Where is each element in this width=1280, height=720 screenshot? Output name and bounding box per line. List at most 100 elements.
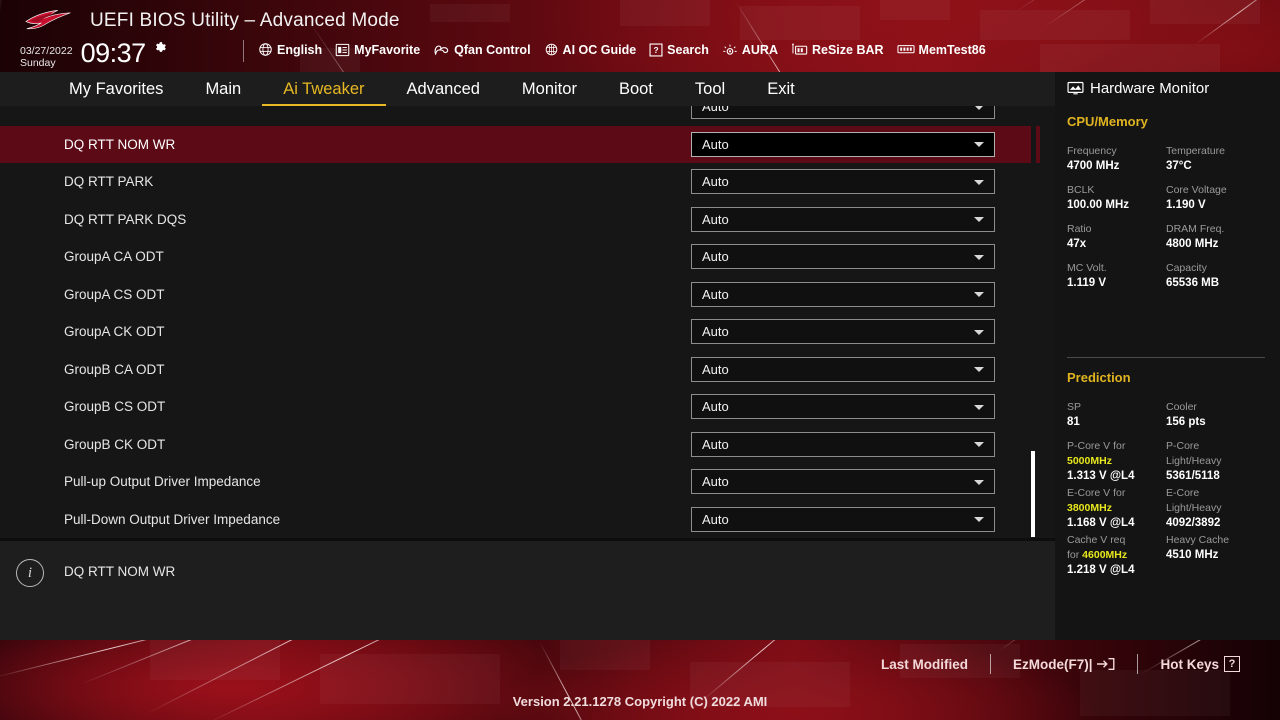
table-row[interactable]: GroupA CS ODT Auto (0, 276, 1040, 314)
setting-label: GroupB CA ODT (64, 361, 165, 377)
setting-dropdown[interactable]: Auto (691, 319, 995, 345)
hw-value: 37°C (1166, 160, 1192, 172)
hw-value: 4092/3892 (1166, 517, 1221, 529)
list-item: MC Volt. 1.119 V Capacity 65536 MB (1067, 261, 1272, 291)
resize-bar-icon (791, 43, 808, 55)
tab-boot[interactable]: Boot (598, 72, 674, 106)
setting-label: Pull-up Output Driver Impedance (64, 474, 261, 490)
hw-key: Temperature (1166, 145, 1225, 157)
tab-ai-tweaker[interactable]: Ai Tweaker (262, 72, 386, 106)
tool-qfan-control[interactable]: Qfan Control (433, 43, 531, 57)
clock-value: 09:37 (80, 38, 147, 68)
version-text: Version 2.21.1278 Copyright (C) 2022 AMI (512, 694, 768, 709)
setting-dropdown[interactable]: Auto (691, 106, 995, 120)
setting-label: DQ RTT PARK DQS (64, 211, 187, 227)
setting-value: Auto (702, 511, 729, 527)
list-item: Cache V req for 4600MHz 1.218 V @L4 Heav… (1067, 533, 1272, 578)
tool-memtest86[interactable]: MemTest86 (896, 43, 986, 57)
tool-resize-bar[interactable]: ReSize BAR (791, 42, 884, 57)
table-row[interactable]: GroupA CA ODT Auto (0, 238, 1040, 276)
info-icon: i (16, 559, 44, 587)
tab-main[interactable]: Main (184, 72, 262, 106)
scrollbar-thumb[interactable] (1031, 451, 1035, 537)
list-item: P-Core V for 5000MHz 1.313 V @L4 P-Core … (1067, 439, 1272, 484)
setting-label: GroupB CK ODT (64, 436, 166, 452)
table-row[interactable]: GroupB CA ODT Auto (0, 351, 1040, 389)
tab-monitor[interactable]: Monitor (501, 72, 598, 106)
chevron-down-icon (974, 142, 984, 148)
tool-aura-label: AURA (741, 42, 778, 57)
setting-dropdown[interactable]: Auto (691, 469, 995, 495)
chevron-down-icon (974, 179, 984, 185)
table-row[interactable]: DQ RTT PARK Auto (0, 163, 1040, 201)
setting-dropdown[interactable]: Auto (691, 244, 995, 270)
hw-key: SP (1067, 401, 1082, 413)
table-row[interactable]: GroupB CS ODT Auto (0, 388, 1040, 426)
hw-value: 1.168 V @L4 (1067, 517, 1135, 529)
hw-value: 81 (1067, 416, 1080, 428)
tool-aura[interactable]: AURA (722, 43, 778, 57)
setting-dropdown[interactable]: Auto (691, 281, 995, 307)
hw-key-highlight: 3800MHz (1067, 502, 1112, 514)
hw-key: P-Core V for (1067, 440, 1126, 452)
table-row[interactable]: Pull-up Output Driver Impedance Auto (0, 463, 1040, 501)
hw-value: 4510 MHz (1166, 549, 1219, 561)
setting-label: Pull-Down Output Driver Impedance (64, 511, 281, 527)
table-row[interactable]: DQ RTT PARK DQS Auto (0, 201, 1040, 239)
hw-key: Light/Heavy (1166, 455, 1222, 467)
setting-label: DQ RTT NOM WR (64, 136, 176, 152)
tool-english-label: English (277, 42, 323, 57)
hw-section-prediction: Prediction (1067, 370, 1131, 385)
last-modified-button[interactable]: Last Modified (859, 657, 990, 672)
tool-myfavorite[interactable]: MyFavorite (335, 43, 420, 57)
hw-key: Heavy Cache (1166, 534, 1230, 546)
hw-value: 1.119 V (1067, 277, 1107, 289)
ezmode-button[interactable]: EzMode(F7)| (991, 657, 1138, 672)
hot-keys-button[interactable]: Hot Keys ? (1138, 656, 1262, 672)
ezmode-label: EzMode(F7)| (1012, 656, 1093, 672)
chevron-down-icon (974, 254, 984, 260)
tab-exit[interactable]: Exit (746, 72, 816, 106)
light-icon (723, 44, 737, 55)
setting-dropdown[interactable]: Auto (691, 506, 995, 532)
hw-key: DRAM Freq. (1166, 223, 1225, 235)
setting-value: Auto (702, 106, 729, 115)
table-row[interactable]: GroupA CK ODT Auto (0, 313, 1040, 351)
table-row[interactable]: GroupB CK ODT Auto (0, 426, 1040, 464)
setting-dropdown[interactable]: Auto (691, 394, 995, 420)
table-row[interactable]: Auto (0, 106, 1040, 126)
chevron-down-icon (974, 367, 984, 373)
tool-english[interactable]: English (258, 42, 322, 57)
tool-search[interactable]: ? Search (649, 43, 709, 57)
page-title: UEFI BIOS Utility – Advanced Mode (90, 10, 400, 31)
rog-logo-icon (25, 10, 71, 30)
setting-dropdown[interactable]: Auto (691, 431, 995, 457)
tab-advanced[interactable]: Advanced (386, 72, 501, 106)
hw-key: Ratio (1067, 223, 1092, 235)
fan-icon (434, 45, 449, 56)
setting-value: Auto (702, 136, 729, 152)
tab-tool[interactable]: Tool (674, 72, 746, 106)
chevron-down-icon (974, 329, 984, 335)
setting-value: Auto (702, 474, 729, 490)
setting-dropdown[interactable]: Auto (691, 356, 995, 382)
table-row[interactable]: DQ RTT NOM WR Auto (0, 125, 1040, 163)
hw-value: 4800 MHz (1166, 238, 1219, 250)
setting-dropdown[interactable]: Auto (691, 206, 995, 232)
list-item: SP 81 Cooler 156 pts (1067, 400, 1272, 430)
setting-dropdown[interactable]: Auto (691, 131, 995, 157)
table-row[interactable]: Pull-Down Output Driver Impedance Auto (0, 501, 1040, 539)
tool-ai-oc-guide[interactable]: AI OC Guide (544, 42, 636, 57)
chevron-down-icon (974, 106, 984, 110)
chevron-down-icon (974, 517, 984, 523)
setting-label: GroupB CS ODT (64, 399, 166, 415)
setting-label: DQ RTT PARK (64, 174, 154, 190)
date-time-display[interactable]: 03/27/2022 Sunday 09:37 (20, 40, 167, 69)
setting-dropdown[interactable]: Auto (691, 169, 995, 195)
header-tools: English MyFavorite Qfan Control AI OC Gu… (258, 42, 986, 57)
setting-label: GroupA CA ODT (64, 249, 164, 265)
last-modified-label: Last Modified (880, 656, 968, 672)
tab-my-favorites[interactable]: My Favorites (48, 72, 184, 106)
gear-icon[interactable] (154, 41, 167, 54)
hw-value: 5361/5118 (1166, 470, 1220, 482)
